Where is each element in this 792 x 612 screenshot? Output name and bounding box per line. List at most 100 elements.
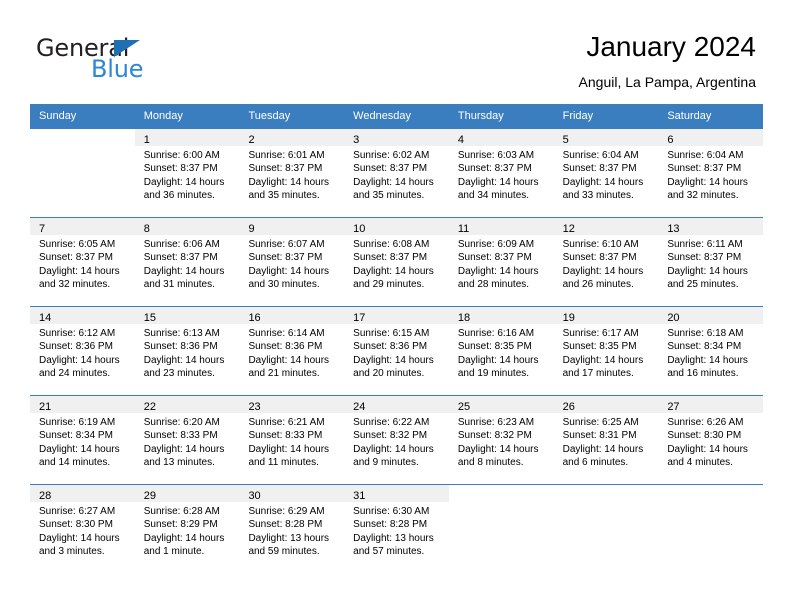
calendar-day-cell[interactable]: 23 Sunrise: 6:21 AM Sunset: 8:33 PM Dayligh…	[239, 396, 345, 484]
daylight-duration-line1: Daylight: 14 hours	[353, 354, 434, 366]
calendar-day-cell[interactable]: 14 Sunrise: 6:12 AM Sunset: 8:36 PM Dayligh…	[30, 307, 135, 395]
calendar-weeks: 1 Sunrise: 6:00 AM Sunset: 8:37 PM Daylight…	[30, 128, 764, 573]
daylight-duration-line2: and 20 minutes.	[353, 368, 425, 380]
day-number-band	[448, 485, 554, 502]
calendar-day-cell[interactable]: 15 Sunrise: 6:13 AM Sunset: 8:36 PM Dayligh…	[134, 307, 240, 395]
daylight-duration-line1: Daylight: 14 hours	[667, 265, 748, 277]
sunset-time: Sunset: 8:28 PM	[353, 519, 428, 531]
day-number-band: 22	[134, 396, 240, 413]
sunrise-time: Sunrise: 6:28 AM	[143, 506, 220, 517]
day-number: 21	[39, 401, 52, 413]
calendar-day-cell[interactable]: 26 Sunrise: 6:25 AM Sunset: 8:31 PM Dayligh…	[553, 396, 659, 484]
daylight-duration-line2: and 25 minutes.	[667, 279, 739, 291]
calendar-day-cell[interactable]: 19 Sunrise: 6:17 AM Sunset: 8:35 PM Dayligh…	[553, 307, 659, 395]
daylight-duration-line1: Daylight: 14 hours	[457, 443, 539, 455]
day-sun-info: Sunrise: 6:10 AM Sunset: 8:37 PM Daylight:…	[554, 235, 659, 292]
calendar-day-cell[interactable]: 20 Sunrise: 6:18 AM Sunset: 8:34 PM Dayligh…	[658, 307, 764, 395]
daylight-duration-line1: Daylight: 14 hours	[39, 265, 120, 277]
day-number-band	[30, 129, 135, 146]
calendar-day-cell[interactable]: 2 Sunrise: 6:01 AM Sunset: 8:37 PM Daylight…	[239, 129, 345, 217]
day-number: 29	[143, 490, 156, 502]
calendar-day-cell[interactable]: 4 Sunrise: 6:03 AM Sunset: 8:37 PM Daylight…	[448, 129, 554, 217]
calendar-day-cell[interactable]: 29 Sunrise: 6:28 AM Sunset: 8:29 PM Dayligh…	[134, 485, 240, 573]
sunset-time: Sunset: 8:37 PM	[248, 163, 323, 175]
calendar-day-cell[interactable]: 25 Sunrise: 6:23 AM Sunset: 8:32 PM Dayligh…	[448, 396, 554, 484]
day-number-band: 28	[30, 485, 135, 502]
day-sun-info: Sunrise: 6:27 AM Sunset: 8:30 PM Daylight:…	[30, 502, 135, 559]
sunset-time: Sunset: 8:36 PM	[143, 341, 218, 353]
day-number-band: 27	[658, 396, 764, 413]
calendar-page: General Blue January 2024 Anguil, La Pam…	[0, 0, 792, 612]
page-subtitle: Anguil, La Pampa, Argentina	[578, 74, 756, 90]
calendar-day-cell[interactable]: 31 Sunrise: 6:30 AM Sunset: 8:28 PM Dayligh…	[344, 485, 449, 573]
calendar-day-cell[interactable]: 7 Sunrise: 6:05 AM Sunset: 8:37 PM Daylight…	[30, 218, 135, 306]
daylight-duration-line2: and 33 minutes.	[562, 190, 634, 202]
daylight-duration-line2: and 24 minutes.	[39, 368, 111, 380]
daylight-duration-line1: Daylight: 14 hours	[143, 443, 225, 455]
sunset-time: Sunset: 8:32 PM	[353, 430, 428, 442]
day-number: 8	[143, 223, 150, 235]
calendar-day-cell[interactable]: 3 Sunrise: 6:02 AM Sunset: 8:37 PM Daylight…	[344, 129, 449, 217]
daylight-duration-line2: and 34 minutes.	[457, 190, 530, 202]
sunrise-time: Sunrise: 6:00 AM	[143, 150, 220, 161]
day-sun-info: Sunrise: 6:21 AM Sunset: 8:33 PM Daylight:…	[239, 413, 344, 470]
calendar-day-cell[interactable]: 28 Sunrise: 6:27 AM Sunset: 8:30 PM Dayligh…	[30, 485, 135, 573]
calendar-day-cell[interactable]: 10 Sunrise: 6:08 AM Sunset: 8:37 PM Dayligh…	[344, 218, 449, 306]
sunrise-time: Sunrise: 6:16 AM	[457, 328, 535, 339]
calendar-day-cell[interactable]: 1 Sunrise: 6:00 AM Sunset: 8:37 PM Daylight…	[134, 129, 240, 217]
day-number: 13	[667, 223, 680, 235]
sunrise-time: Sunrise: 6:05 AM	[39, 239, 116, 250]
calendar-day-cell[interactable]: 16 Sunrise: 6:14 AM Sunset: 8:36 PM Dayligh…	[239, 307, 345, 395]
day-number: 23	[248, 401, 261, 413]
calendar-day-cell[interactable]: 11 Sunrise: 6:09 AM Sunset: 8:37 PM Dayligh…	[448, 218, 554, 306]
day-number: 16	[248, 312, 261, 324]
calendar-day-cell[interactable]: 6 Sunrise: 6:04 AM Sunset: 8:37 PM Daylight…	[658, 129, 764, 217]
day-number-band: 8	[134, 218, 240, 235]
sunrise-time: Sunrise: 6:04 AM	[562, 150, 639, 161]
day-number: 31	[353, 490, 366, 502]
daylight-duration-line1: Daylight: 14 hours	[457, 265, 539, 277]
sunset-time: Sunset: 8:32 PM	[457, 430, 532, 442]
daylight-duration-line1: Daylight: 14 hours	[353, 265, 434, 277]
day-number-band: 3	[344, 129, 449, 146]
calendar-day-cell[interactable]: 27 Sunrise: 6:26 AM Sunset: 8:30 PM Dayligh…	[658, 396, 764, 484]
daylight-duration-line1: Daylight: 14 hours	[143, 354, 225, 366]
day-sun-info: Sunrise: 6:30 AM Sunset: 8:28 PM Daylight:…	[344, 502, 449, 559]
daylight-duration-line2: and 13 minutes.	[143, 457, 215, 469]
daylight-duration-line2: and 57 minutes.	[353, 546, 425, 558]
calendar-day-cell[interactable]: 5 Sunrise: 6:04 AM Sunset: 8:37 PM Daylight…	[553, 129, 659, 217]
day-number-band: 6	[658, 129, 764, 146]
day-number-band: 13	[658, 218, 764, 235]
calendar-day-cell[interactable]: 8 Sunrise: 6:06 AM Sunset: 8:37 PM Daylight…	[134, 218, 240, 306]
day-sun-info: Sunrise: 6:02 AM Sunset: 8:37 PM Daylight:…	[344, 146, 449, 203]
generalblue-logo: General Blue	[36, 34, 236, 86]
day-sun-info: Sunrise: 6:04 AM Sunset: 8:37 PM Daylight:…	[658, 146, 763, 203]
day-number-band: 4	[448, 129, 554, 146]
day-number: 18	[457, 312, 471, 324]
sunrise-time: Sunrise: 6:11 AM	[667, 239, 743, 250]
calendar-day-cell[interactable]: 30 Sunrise: 6:29 AM Sunset: 8:28 PM Dayligh…	[239, 485, 345, 573]
daylight-duration-line2: and 31 minutes.	[143, 279, 215, 291]
calendar-day-cell[interactable]: 13 Sunrise: 6:11 AM Sunset: 8:37 PM Dayligh…	[658, 218, 764, 306]
calendar-day-cell[interactable]: 9 Sunrise: 6:07 AM Sunset: 8:37 PM Daylight…	[239, 218, 345, 306]
sunrise-time: Sunrise: 6:27 AM	[39, 506, 116, 517]
day-number: 12	[562, 223, 575, 235]
sunset-time: Sunset: 8:37 PM	[667, 163, 742, 175]
calendar-day-cell[interactable]: 21 Sunrise: 6:19 AM Sunset: 8:34 PM Dayligh…	[30, 396, 135, 484]
day-sun-info: Sunrise: 6:01 AM Sunset: 8:37 PM Daylight:…	[239, 146, 344, 203]
calendar-day-cell[interactable]: 22 Sunrise: 6:20 AM Sunset: 8:33 PM Dayligh…	[134, 396, 240, 484]
sunrise-time: Sunrise: 6:03 AM	[457, 150, 535, 161]
sunset-time: Sunset: 8:37 PM	[39, 252, 113, 264]
calendar-day-cell[interactable]: 18 Sunrise: 6:16 AM Sunset: 8:35 PM Dayligh…	[448, 307, 554, 395]
sunrise-time: Sunrise: 6:14 AM	[248, 328, 325, 339]
sunset-time: Sunset: 8:33 PM	[143, 430, 218, 442]
day-number: 15	[143, 312, 156, 324]
sunrise-time: Sunrise: 6:18 AM	[667, 328, 744, 339]
calendar-grid: Sunday Monday Tuesday Wednesday Thursday…	[30, 104, 764, 573]
calendar-day-cell[interactable]: 17 Sunrise: 6:15 AM Sunset: 8:36 PM Dayligh…	[344, 307, 449, 395]
calendar-day-cell[interactable]: 12 Sunrise: 6:10 AM Sunset: 8:37 PM Dayligh…	[553, 218, 659, 306]
day-sun-info: Sunrise: 6:28 AM Sunset: 8:29 PM Daylight:…	[135, 502, 240, 559]
calendar-day-cell[interactable]: 24 Sunrise: 6:22 AM Sunset: 8:32 PM Dayligh…	[344, 396, 449, 484]
day-number: 17	[353, 312, 366, 324]
daylight-duration-line1: Daylight: 14 hours	[562, 176, 644, 188]
